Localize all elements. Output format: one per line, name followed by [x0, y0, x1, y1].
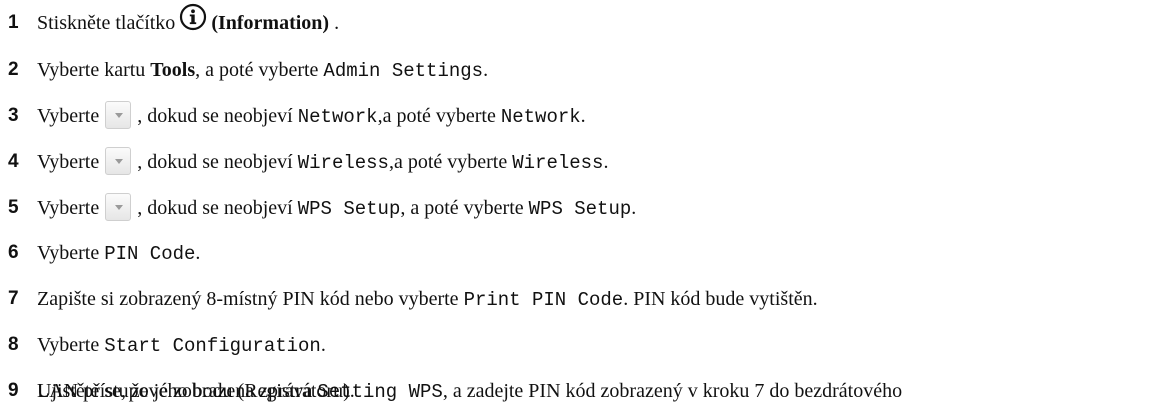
scroll-down-button-icon: [105, 101, 132, 130]
chevron-down-icon: [115, 113, 124, 119]
step-text-part: Zapište si zobrazený 8-místný PIN kód ne…: [37, 288, 464, 310]
menu-item-name: Wireless: [297, 152, 389, 174]
step-text-part: ,a poté vyberte: [377, 105, 501, 127]
step-text-part: Vyberte: [37, 105, 100, 127]
scroll-down-button-icon: [105, 193, 132, 222]
tab-name: Tools: [150, 59, 196, 81]
chevron-down-icon: [115, 159, 124, 165]
step-text-part: . PIN kód bude vytištěn.: [623, 288, 818, 310]
step-text-part: ,a poté vyberte: [388, 151, 513, 173]
step-text-part: Vyberte kartu: [37, 59, 151, 81]
step-text: Zapište si zobrazený 8-místný PIN kód ne…: [37, 284, 818, 315]
menu-item-name: Network: [297, 106, 378, 128]
step-text: Vyberte kartu Tools, a poté vyberte Admi…: [37, 55, 488, 86]
step-text-part: Vyberte: [37, 151, 100, 173]
step-text: Vyberte , dokud se neobjeví WPS Setup, a …: [37, 193, 636, 224]
step-number: 5: [8, 197, 19, 218]
step-text-part: .: [195, 242, 201, 264]
menu-item-name: WPS Setup: [528, 198, 632, 220]
step-9-continuation: LAN přístupového bodu (Registrátoru).: [37, 380, 355, 402]
step-text-part: , dokud se neobjeví: [137, 105, 298, 127]
step-text-part: .: [603, 151, 609, 173]
step-text-part: .: [580, 105, 586, 127]
step-text: Vyberte , dokud se neobjeví Wireless,a po…: [37, 147, 608, 178]
step-text-part: Stiskněte tlačítko: [37, 12, 176, 34]
step-text-part: , dokud se neobjeví: [137, 197, 298, 219]
menu-item-name: PIN Code: [104, 243, 196, 265]
chevron-down-icon: [115, 205, 124, 211]
step-number: 2: [8, 59, 19, 80]
step-text-part: .: [329, 12, 340, 34]
menu-item-name: Print PIN Code: [463, 289, 624, 311]
step-number: 9: [8, 380, 19, 401]
step-number: 7: [8, 288, 19, 309]
step-number: 6: [8, 242, 19, 263]
menu-item-name: Wireless: [512, 152, 604, 174]
step-text-part: , a zadejte PIN kód zobrazený v kroku 7 …: [442, 380, 903, 402]
step-number: 1: [8, 12, 19, 33]
menu-item-name: WPS Setup: [297, 198, 401, 220]
step-text: Stiskněte tlačítko (Information) .: [37, 3, 340, 40]
step-text-part: , a poté vyberte: [400, 197, 529, 219]
step-text: Vyberte , dokud se neobjeví Network,a pot…: [37, 101, 586, 132]
scroll-down-button-icon: [105, 147, 132, 176]
button-name: (Information): [211, 12, 330, 34]
info-icon: [179, 3, 207, 40]
step-number: 4: [8, 151, 19, 172]
step-text-part: Vyberte: [37, 197, 100, 219]
step-number: 3: [8, 105, 19, 126]
menu-item-name: Admin Settings: [323, 60, 484, 82]
step-text-part: , a poté vyberte: [195, 59, 324, 81]
step-text-part: .: [483, 59, 489, 81]
step-text-part: .: [631, 197, 637, 219]
step-text-part: , dokud se neobjeví: [137, 151, 298, 173]
menu-item-name: Network: [500, 106, 581, 128]
step-text-part: Vyberte: [37, 242, 105, 264]
step-text: Vyberte PIN Code.: [37, 238, 200, 269]
